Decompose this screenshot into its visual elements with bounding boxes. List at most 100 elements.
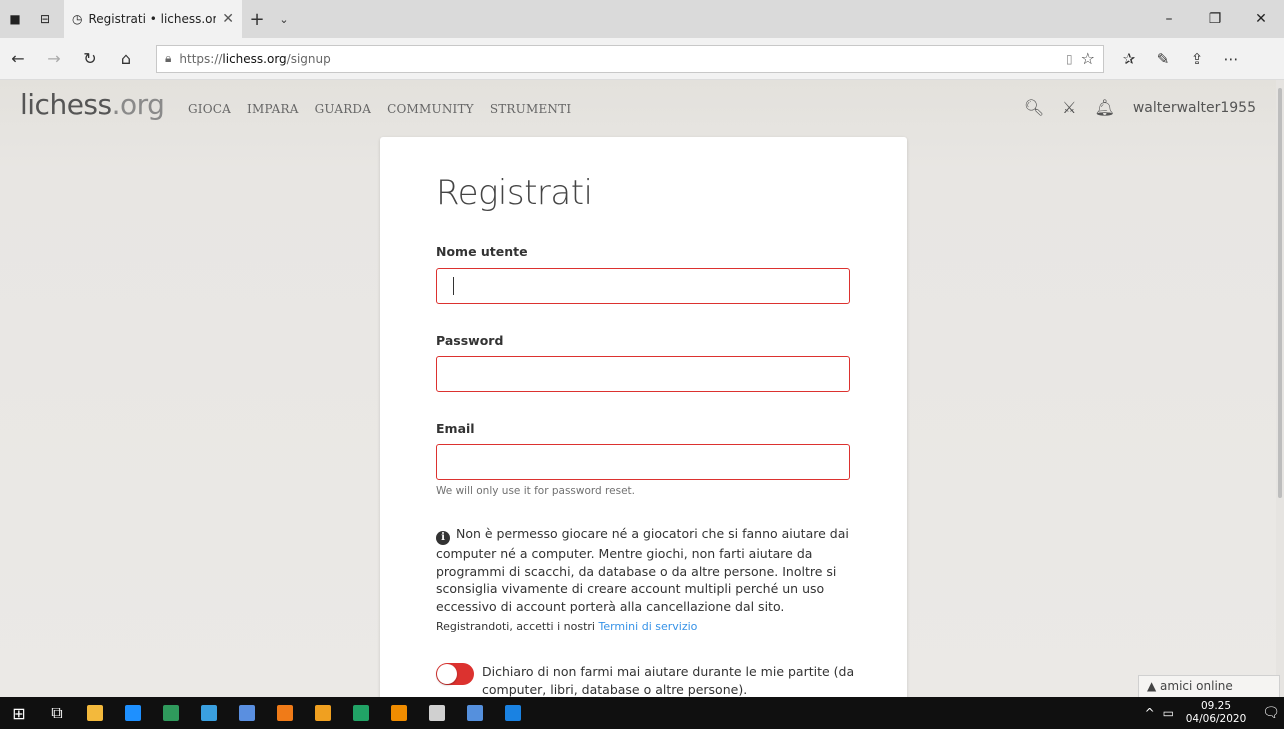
minimize-icon[interactable]: – xyxy=(1146,0,1192,38)
excel-icon[interactable] xyxy=(342,697,380,729)
email-help-text: We will only use it for password reset. xyxy=(436,485,635,497)
info-icon: i xyxy=(436,531,450,545)
media-app-glyph xyxy=(315,705,331,721)
browser-tab-bar: ■ ⊟ ◷ Registrati • lichess.org ✕ + ⌄ – ❐… xyxy=(0,0,1284,38)
show-hidden-icons-icon[interactable]: ^ xyxy=(1145,706,1155,720)
file-explorer-icon[interactable] xyxy=(76,697,114,729)
lock-icon: 🔒︎ xyxy=(165,51,172,65)
clock-date: 04/06/2020 xyxy=(1185,713,1247,725)
control-panel-glyph xyxy=(201,705,217,721)
window-menu-icon[interactable]: ■ xyxy=(0,0,30,38)
back-icon[interactable]: ← xyxy=(0,49,36,68)
search-icon[interactable]: 🔍︎ xyxy=(1024,98,1044,117)
username-field[interactable] xyxy=(436,268,850,304)
excel-glyph xyxy=(353,705,369,721)
terms-prefix: Registrandoti, accetti i nostri xyxy=(436,620,599,633)
password-field[interactable] xyxy=(436,356,850,392)
edge-glyph xyxy=(505,705,521,721)
url-prefix: https:// xyxy=(179,51,223,66)
browser-toolbar: ✰ ✎ ⇪ ⋯ xyxy=(1112,50,1248,68)
toggle-knob xyxy=(437,664,457,684)
user-menu[interactable]: walterwalter1955 xyxy=(1133,100,1256,116)
page-loading-icon: ◷ xyxy=(72,12,83,26)
url-path: /signup xyxy=(286,51,331,66)
text-caret xyxy=(453,277,454,295)
home-icon[interactable]: ⌂ xyxy=(108,49,144,68)
challenges-icon[interactable]: ⚔ xyxy=(1062,98,1076,117)
tab-title: Registrati • lichess.org xyxy=(88,12,217,26)
site-header: lichess.org GIOCA IMPARA GUARDA COMMUNIT… xyxy=(0,80,1284,136)
nav-guarda[interactable]: GUARDA xyxy=(315,102,372,116)
nav-strumenti[interactable]: STRUMENTI xyxy=(490,102,571,116)
share-icon[interactable]: ⇪ xyxy=(1180,50,1214,68)
close-tab-icon[interactable]: ✕ xyxy=(222,11,234,27)
refresh-icon[interactable]: ↻ xyxy=(72,49,108,68)
nav-community[interactable]: COMMUNITY xyxy=(387,102,474,116)
top-nav: GIOCA IMPARA GUARDA COMMUNITY STRUMENTI xyxy=(188,102,571,116)
close-window-icon[interactable]: ✕ xyxy=(1238,0,1284,38)
web-page: lichess.org GIOCA IMPARA GUARDA COMMUNIT… xyxy=(0,80,1284,697)
internet-explorer-icon[interactable] xyxy=(114,697,152,729)
page-title: Registrati xyxy=(436,173,593,213)
nav-impara[interactable]: IMPARA xyxy=(247,102,299,116)
office-glyph xyxy=(163,705,179,721)
taskbar-apps xyxy=(76,697,532,729)
notifications-bell-icon[interactable]: 🔔︎ xyxy=(1095,98,1115,117)
system-tray: ^ ▭ 09.25 04/06/2020 🗨︎ xyxy=(1145,697,1284,729)
terms-link[interactable]: Termini di servizio xyxy=(598,620,697,633)
avast-icon[interactable] xyxy=(266,697,304,729)
browser-tab[interactable]: ◷ Registrati • lichess.org ✕ xyxy=(64,0,242,38)
internet-explorer-glyph xyxy=(125,705,141,721)
office-icon[interactable] xyxy=(152,697,190,729)
new-tab-icon[interactable]: + xyxy=(242,9,272,30)
7zip-icon[interactable] xyxy=(418,697,456,729)
paint-glyph xyxy=(239,705,255,721)
forward-icon[interactable]: → xyxy=(36,49,72,68)
avast-glyph xyxy=(277,705,293,721)
clock[interactable]: 09.25 04/06/2020 xyxy=(1182,700,1250,726)
windows-taskbar: ⊞ ⧉ ^ ▭ 09.25 04/06/2020 🗨︎ xyxy=(0,697,1284,729)
start-button[interactable]: ⊞ xyxy=(0,697,38,729)
scrollbar-thumb[interactable] xyxy=(1278,88,1282,498)
friends-online-widget[interactable]: ▲ amici online xyxy=(1138,675,1280,697)
edge-icon[interactable] xyxy=(494,697,532,729)
page-scrollbar[interactable] xyxy=(1276,80,1284,697)
username-label: Nome utente xyxy=(436,244,528,259)
word-glyph xyxy=(467,705,483,721)
window-controls: – ❐ ✕ xyxy=(1146,0,1284,38)
control-panel-icon[interactable] xyxy=(190,697,228,729)
email-field[interactable] xyxy=(436,444,850,480)
web-note-icon[interactable]: ✎ xyxy=(1146,50,1180,68)
signup-card: Registrati Nome utente Password Email We… xyxy=(380,137,907,697)
nav-gioca[interactable]: GIOCA xyxy=(188,102,231,116)
assistance-toggle[interactable] xyxy=(436,663,474,685)
action-center-icon[interactable]: 🗨︎ xyxy=(1258,705,1284,721)
clock-time: 09.25 xyxy=(1200,700,1232,712)
url-text: https://lichess.org/signup xyxy=(179,52,330,66)
file-explorer-glyph xyxy=(87,705,103,721)
restore-icon[interactable]: ❐ xyxy=(1192,0,1238,38)
password-label: Password xyxy=(436,333,504,348)
tabs-aside-icon[interactable]: ⊟ xyxy=(30,0,60,38)
vlc-icon[interactable] xyxy=(380,697,418,729)
notice-text: Non è permesso giocare né a giocatori ch… xyxy=(436,526,849,614)
word-icon[interactable] xyxy=(456,697,494,729)
header-actions: 🔍︎ ⚔ 🔔︎ walterwalter1955 xyxy=(1024,98,1256,117)
terms-line: Registrandoti, accetti i nostri Termini … xyxy=(436,620,697,633)
media-app-icon[interactable] xyxy=(304,697,342,729)
task-view-icon[interactable]: ⧉ xyxy=(38,697,76,729)
url-domain: lichess.org xyxy=(222,51,287,66)
paint-icon[interactable] xyxy=(228,697,266,729)
favorites-hub-icon[interactable]: ✰ xyxy=(1112,50,1146,68)
network-icon[interactable]: ▭ xyxy=(1163,706,1174,720)
site-logo[interactable]: lichess.org xyxy=(20,88,165,121)
fair-play-notice: i Non è permesso giocare né a giocatori c… xyxy=(436,525,866,615)
favorite-star-icon[interactable]: ☆ xyxy=(1081,49,1095,68)
assistance-toggle-label[interactable]: Dichiaro di non farmi mai aiutare durant… xyxy=(482,663,872,697)
reading-view-icon[interactable]: ▯ xyxy=(1066,52,1073,66)
tab-preview-chevron-icon[interactable]: ⌄ xyxy=(272,13,296,26)
7zip-glyph xyxy=(429,705,445,721)
more-menu-icon[interactable]: ⋯ xyxy=(1214,50,1248,68)
logo-main: lichess xyxy=(20,88,112,121)
url-input[interactable]: 🔒︎ https://lichess.org/signup ▯ ☆ xyxy=(156,44,1104,73)
